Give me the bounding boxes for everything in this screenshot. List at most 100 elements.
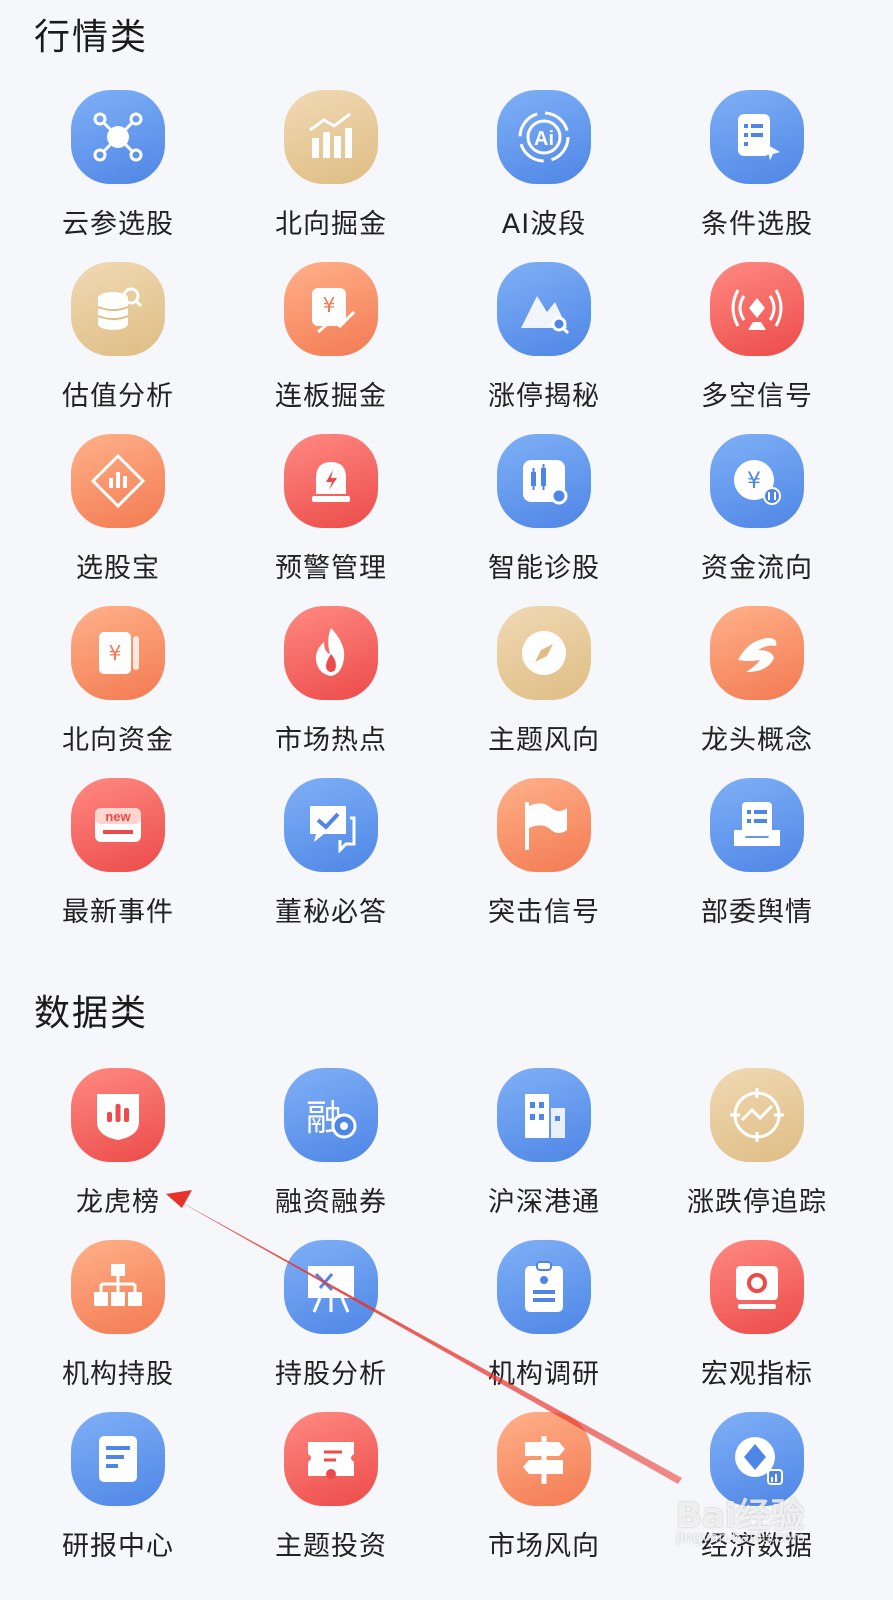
clipboard-icon <box>497 1240 591 1334</box>
ai-icon: Ai <box>497 90 591 184</box>
tool-label: 主题投资 <box>275 1531 387 1562</box>
alarm-light-icon <box>284 434 378 528</box>
tool-label: 董秘必答 <box>275 897 387 928</box>
chat-check-icon <box>284 778 378 872</box>
tool-label: 突击信号 <box>488 897 600 928</box>
tool-tile-ticket-pin[interactable]: 主题投资 <box>221 1412 441 1572</box>
tool-label: 北向掘金 <box>275 209 387 240</box>
diamond-chart-icon <box>71 434 165 528</box>
tool-label: 资金流向 <box>701 553 813 584</box>
tool-tile-chat-check[interactable]: 董秘必答 <box>221 778 441 938</box>
ticket-pin-icon <box>284 1412 378 1506</box>
tool-tile-target-trend[interactable]: 涨跌停追踪 <box>647 1068 867 1228</box>
tool-tile-yen-flow[interactable]: ¥ 资金流向 <box>647 434 867 594</box>
tool-label: 最新事件 <box>62 897 174 928</box>
tool-tile-coins-search[interactable]: 估值分析 <box>8 262 228 422</box>
tool-label: 涨停揭秘 <box>488 381 600 412</box>
flame-icon <box>284 606 378 700</box>
tool-label: 估值分析 <box>62 381 174 412</box>
tool-label: 预警管理 <box>275 553 387 584</box>
svg-text:¥: ¥ <box>323 293 336 317</box>
section-title-data: 数据类 <box>34 993 149 1034</box>
watermark-url: jingyan.baidu.com <box>676 1530 806 1546</box>
mountain-search-icon <box>497 262 591 356</box>
tool-tile-mountain-search[interactable]: 涨停揭秘 <box>434 262 654 422</box>
buildings-icon <box>497 1068 591 1162</box>
tool-tile-presentation-board[interactable]: 持股分析 <box>221 1240 441 1400</box>
cloud-network-icon <box>71 90 165 184</box>
flag-icon <box>497 778 591 872</box>
tool-tile-rong-coin[interactable]: 融融资融券 <box>221 1068 441 1228</box>
tool-label: 市场热点 <box>275 725 387 756</box>
new-badge-icon: new <box>71 778 165 872</box>
monitor-icon <box>710 1240 804 1334</box>
tool-tile-signpost[interactable]: 市场风向 <box>434 1412 654 1572</box>
tool-label: AI波段 <box>501 209 587 240</box>
svg-text:¥: ¥ <box>747 469 761 494</box>
tool-label: 云参选股 <box>62 209 174 240</box>
tool-tile-org-chart[interactable]: 机构持股 <box>8 1240 228 1400</box>
tool-tile-flame[interactable]: 市场热点 <box>221 606 441 766</box>
tool-label: 研报中心 <box>62 1531 174 1562</box>
compass-icon <box>497 606 591 700</box>
tool-label: 连板掘金 <box>275 381 387 412</box>
document-tray-icon <box>710 778 804 872</box>
tool-label: 智能诊股 <box>488 553 600 584</box>
tool-tile-monitor[interactable]: 宏观指标 <box>647 1240 867 1400</box>
tool-tile-yen-card[interactable]: ¥ 北向资金 <box>8 606 228 766</box>
tool-tile-signal-broadcast[interactable]: 多空信号 <box>647 262 867 422</box>
tool-label: 北向资金 <box>62 725 174 756</box>
tool-tile-checklist-cursor[interactable]: 条件选股 <box>647 90 867 250</box>
bar-chart-up-icon <box>284 90 378 184</box>
tool-tile-bar-chart-up[interactable]: 北向掘金 <box>221 90 441 250</box>
tool-tile-dragon[interactable]: 龙头概念 <box>647 606 867 766</box>
section-title-market: 行情类 <box>34 17 149 58</box>
tool-label: 主题风向 <box>488 725 600 756</box>
tool-tile-cloud-network[interactable]: 云参选股 <box>8 90 228 250</box>
tool-label: 宏观指标 <box>701 1359 813 1390</box>
tool-label: 条件选股 <box>701 209 813 240</box>
svg-text:new: new <box>105 809 131 824</box>
tool-tile-document-tray[interactable]: 部委舆情 <box>647 778 867 938</box>
presentation-board-icon <box>284 1240 378 1334</box>
tool-label: 龙头概念 <box>701 725 813 756</box>
org-chart-icon <box>71 1240 165 1334</box>
report-icon <box>71 1412 165 1506</box>
tool-tile-new-badge[interactable]: new 最新事件 <box>8 778 228 938</box>
tool-label: 选股宝 <box>76 553 160 584</box>
svg-text:¥: ¥ <box>109 641 122 665</box>
tool-label: 机构调研 <box>488 1359 600 1390</box>
tool-tile-shield-chart[interactable]: 龙虎榜 <box>8 1068 228 1228</box>
tool-tile-diamond-chart[interactable]: 选股宝 <box>8 434 228 594</box>
tool-label: 机构持股 <box>62 1359 174 1390</box>
tool-tile-yen-chart[interactable]: ¥ 连板掘金 <box>221 262 441 422</box>
tool-label: 龙虎榜 <box>76 1187 160 1218</box>
tool-label: 涨跌停追踪 <box>687 1187 827 1218</box>
tool-label: 持股分析 <box>275 1359 387 1390</box>
tool-tile-clipboard[interactable]: 机构调研 <box>434 1240 654 1400</box>
shield-chart-icon <box>71 1068 165 1162</box>
tool-tile-ai[interactable]: Ai AI波段 <box>434 90 654 250</box>
tool-tile-flag[interactable]: 突击信号 <box>434 778 654 938</box>
target-trend-icon <box>710 1068 804 1162</box>
tool-label: 多空信号 <box>701 381 813 412</box>
signal-broadcast-icon <box>710 262 804 356</box>
tool-label: 沪深港通 <box>488 1187 600 1218</box>
tool-tile-report[interactable]: 研报中心 <box>8 1412 228 1572</box>
checklist-cursor-icon <box>710 90 804 184</box>
tool-tile-compass[interactable]: 主题风向 <box>434 606 654 766</box>
coins-search-icon <box>71 262 165 356</box>
yen-chart-icon: ¥ <box>284 262 378 356</box>
rong-coin-icon: 融 <box>284 1068 378 1162</box>
signpost-icon <box>497 1412 591 1506</box>
tool-label: 融资融券 <box>275 1187 387 1218</box>
tool-tile-buildings[interactable]: 沪深港通 <box>434 1068 654 1228</box>
dragon-icon <box>710 606 804 700</box>
tool-label: 市场风向 <box>488 1531 600 1562</box>
tool-tile-candlestick[interactable]: 智能诊股 <box>434 434 654 594</box>
tool-tile-alarm-light[interactable]: 预警管理 <box>221 434 441 594</box>
candlestick-icon <box>497 434 591 528</box>
svg-text:Ai: Ai <box>534 128 554 150</box>
yen-card-icon: ¥ <box>71 606 165 700</box>
tool-label: 部委舆情 <box>701 897 813 928</box>
